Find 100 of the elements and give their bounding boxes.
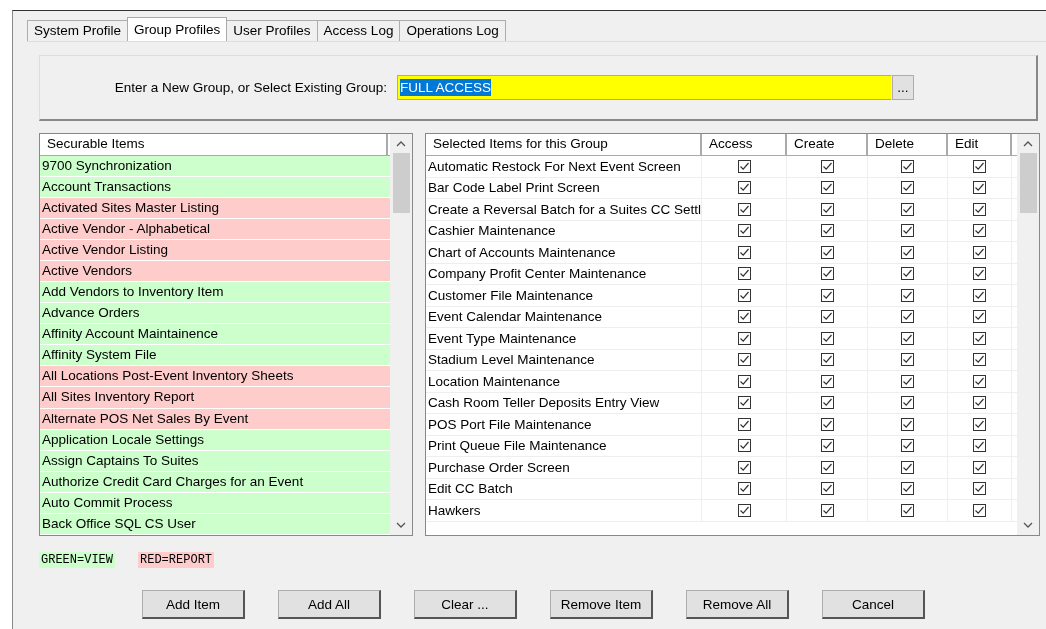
list-item[interactable]: Affinity Account Maintainence <box>40 324 390 346</box>
checkbox[interactable] <box>820 396 834 410</box>
checkbox[interactable] <box>820 267 834 281</box>
column-header[interactable]: Access <box>702 134 787 155</box>
checkbox[interactable] <box>973 439 986 453</box>
checkbox[interactable] <box>820 245 834 259</box>
list-item[interactable]: Auto Commit Process <box>40 492 390 514</box>
checkbox[interactable] <box>820 159 834 173</box>
list-item[interactable]: Advance Orders <box>40 303 390 325</box>
list-item[interactable]: All Locations Post-Event Inventory Sheets <box>40 366 390 388</box>
checkbox[interactable] <box>820 503 834 517</box>
list-item[interactable]: Authorize Credit Card Charges for an Event <box>40 471 390 493</box>
checkbox[interactable] <box>901 396 914 410</box>
checkbox[interactable] <box>737 159 751 173</box>
checkbox[interactable] <box>901 202 914 216</box>
checkbox[interactable] <box>737 396 751 410</box>
column-header[interactable]: Securable Items <box>40 134 388 155</box>
checkbox[interactable] <box>901 159 914 173</box>
action-button[interactable]: Remove Item <box>550 590 653 619</box>
tab[interactable]: System Profile <box>27 20 129 41</box>
checkbox[interactable] <box>973 288 986 302</box>
list-item[interactable]: Account Transactions <box>40 176 390 198</box>
scroll-up-icon[interactable] <box>396 140 406 147</box>
checkbox[interactable] <box>820 374 834 388</box>
checkbox[interactable] <box>901 331 914 345</box>
scroll-thumb[interactable] <box>392 153 410 213</box>
checkbox[interactable] <box>820 288 834 302</box>
column-header[interactable]: Edit <box>948 134 1012 155</box>
checkbox[interactable] <box>820 417 834 431</box>
checkbox[interactable] <box>737 353 751 367</box>
checkbox[interactable] <box>901 288 914 302</box>
checkbox[interactable] <box>737 245 751 259</box>
checkbox[interactable] <box>737 224 751 238</box>
checkbox[interactable] <box>737 460 751 474</box>
checkbox[interactable] <box>901 224 914 238</box>
checkbox[interactable] <box>901 503 914 517</box>
action-button[interactable]: Clear ... <box>414 590 517 619</box>
checkbox[interactable] <box>820 460 834 474</box>
checkbox[interactable] <box>737 202 751 216</box>
list-item[interactable]: Active Vendors <box>40 260 390 283</box>
checkbox[interactable] <box>973 224 986 238</box>
checkbox[interactable] <box>973 353 986 367</box>
checkbox[interactable] <box>901 310 914 324</box>
action-button[interactable]: Remove All <box>686 590 789 619</box>
checkbox[interactable] <box>901 439 914 453</box>
list-item[interactable]: Affinity System File <box>40 345 390 367</box>
checkbox[interactable] <box>973 482 986 496</box>
checkbox[interactable] <box>820 482 834 496</box>
checkbox[interactable] <box>901 245 914 259</box>
list-item[interactable]: Back Office SQL CS User <box>40 513 390 535</box>
checkbox[interactable] <box>737 482 751 496</box>
checkbox[interactable] <box>973 374 986 388</box>
checkbox[interactable] <box>820 439 834 453</box>
list-item[interactable]: 9700 Synchronization <box>40 155 390 177</box>
checkbox[interactable] <box>973 181 986 195</box>
checkbox[interactable] <box>820 331 834 345</box>
checkbox[interactable] <box>820 224 834 238</box>
checkbox[interactable] <box>737 267 751 281</box>
list-item[interactable]: Active Vendor Listing <box>40 239 390 261</box>
tab[interactable]: Operations Log <box>399 20 506 41</box>
checkbox[interactable] <box>901 460 914 474</box>
checkbox[interactable] <box>901 181 914 195</box>
checkbox[interactable] <box>737 374 751 388</box>
column-header[interactable]: Delete <box>868 134 948 155</box>
column-header[interactable]: Selected Items for this Group <box>426 134 702 155</box>
checkbox[interactable] <box>901 417 914 431</box>
checkbox[interactable] <box>820 353 834 367</box>
checkbox[interactable] <box>737 439 751 453</box>
list-item[interactable]: Active Vendor - Alphabetical <box>40 218 390 240</box>
action-button[interactable]: Add All <box>278 590 381 619</box>
checkbox[interactable] <box>737 310 751 324</box>
checkbox[interactable] <box>973 245 986 259</box>
checkbox[interactable] <box>737 331 751 345</box>
checkbox[interactable] <box>973 202 986 216</box>
list-item[interactable]: Add Vendors to Inventory Item <box>40 282 390 304</box>
list-item[interactable]: Application Locale Settings <box>40 429 390 451</box>
checkbox[interactable] <box>973 417 986 431</box>
checkbox[interactable] <box>737 181 751 195</box>
scroll-up-icon[interactable] <box>1023 140 1033 147</box>
tab[interactable]: Access Log <box>316 20 401 41</box>
checkbox[interactable] <box>820 202 834 216</box>
checkbox[interactable] <box>973 267 986 281</box>
scroll-down-icon[interactable] <box>396 522 406 529</box>
checkbox[interactable] <box>973 503 986 517</box>
list-item[interactable]: Assign Captains To Suites <box>40 450 390 472</box>
checkbox[interactable] <box>973 331 986 345</box>
tab[interactable]: Group Profiles <box>127 17 228 41</box>
action-button[interactable]: Add Item <box>142 590 245 619</box>
checkbox[interactable] <box>901 482 914 496</box>
checkbox[interactable] <box>973 460 986 474</box>
list-item[interactable]: Alternate POS Net Sales By Event <box>40 408 390 430</box>
checkbox[interactable] <box>737 503 751 517</box>
browse-button[interactable]: ... <box>892 75 914 100</box>
list-item[interactable]: Activated Sites Master Listing <box>40 197 390 219</box>
checkbox[interactable] <box>973 396 986 410</box>
checkbox[interactable] <box>901 267 914 281</box>
checkbox[interactable] <box>820 310 834 324</box>
checkbox[interactable] <box>973 159 986 173</box>
column-header[interactable]: Create <box>787 134 868 155</box>
scroll-down-icon[interactable] <box>1023 522 1033 529</box>
